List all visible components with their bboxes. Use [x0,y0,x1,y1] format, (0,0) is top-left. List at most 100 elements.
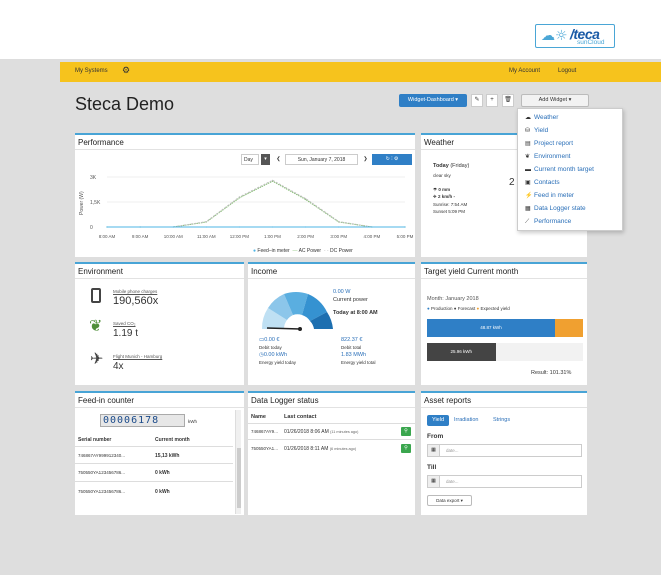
menu-item-feed-in-meter[interactable]: ⚡ Feed in meter [525,192,574,199]
target-icon: ▬ [525,167,531,173]
weather-day: Today [433,163,449,169]
sunset: Sunset 5:09 PM [433,209,466,214]
data-point [205,226,207,228]
target-result: Result: 101.31% [531,370,572,376]
logger-row-contact: 01/26/2018 8:06 AM (11 minutes ago) [284,429,359,435]
data-point [371,226,373,228]
power-gauge [261,292,333,331]
data-point [139,226,141,228]
menu-item-environment[interactable]: ❦ Environment [525,153,571,160]
logger-row-name: 746867AY9... [251,429,278,434]
add-widget-button[interactable]: Add Widget ▾ [521,94,589,107]
current-power-value: 0.00 W [333,289,351,295]
weather-weekday: (Friday) [450,163,470,169]
add-icon[interactable]: + [486,94,498,107]
widget-dashboard-button[interactable]: Widget-Dashboard ▾ [399,94,467,107]
scrollbar[interactable] [235,410,241,514]
tab-irradiation[interactable]: Irradiation [454,417,478,423]
card-title: Feed-in counter [78,396,135,405]
counter-display: 00006178 [100,414,185,427]
table-row: 750550YA123456786... [78,489,125,494]
counter-unit: kWh [188,419,197,424]
yield-today-label: Energy yield today [259,360,297,365]
data-point [172,226,174,228]
rain-icon: ☂ [433,187,438,192]
edit-icon[interactable]: ✎ [471,94,483,107]
sunrise: Sunrise: 7:54 AM [433,202,468,207]
from-date-field[interactable]: ▦ date... [427,444,582,457]
x-tick-label: 8:00 AM [99,234,116,239]
card-title: Data Logger status [251,396,319,405]
data-point [271,226,274,228]
nav-my-systems[interactable]: My Systems [75,68,108,74]
search-icon[interactable]: ⚲ [401,427,411,436]
yield-today-value: ◷0.00 kWh [259,352,288,358]
env-value-flight: 4x [113,361,124,372]
menu-item-contacts[interactable]: ▣ Contacts [525,179,560,186]
coins-icon: ⛁ [525,128,531,134]
debit-today-value: ▭0.00 € [259,337,280,343]
chart-tools[interactable]: ↻ ⫶ ⚙ [372,154,412,165]
add-widget-menu: ☁ Weather ⛁ Yield ▤ Project report ❦ Environ… [517,108,623,231]
menu-item-performance[interactable]: ⟋ Performance [525,218,571,226]
legend-ac: AC Power [298,248,322,254]
till-date-field[interactable]: ▦ date... [427,475,582,488]
card-title: Weather [424,138,455,147]
data-point [238,196,241,198]
chart-legend: ● Feed–in meter — AC Power - - DC Power [253,248,353,254]
date-picker[interactable]: Sun, January 7, 2018 [285,154,358,165]
data-point [305,198,307,200]
logger-row-name: 750550YA1... [251,446,278,451]
legend-dc: DC Power [330,248,353,254]
logo-sub: sunCloud [577,39,605,46]
from-date-placeholder: date... [446,448,459,453]
feedin-counter-card: Feed-in counter 00006178 kWh Serial numb… [75,391,244,515]
x-tick-label: 12:00 PM [230,234,250,239]
menu-item-data-logger-state[interactable]: ▦ Data Logger state [525,205,586,212]
nav-my-account[interactable]: My Account [509,68,540,74]
weather-card: Weather Today (Friday) clear sky ☂ 0 mm … [421,133,517,257]
env-label-co2[interactable]: Saved CO₂ [113,321,136,326]
nav-bar: My Systems ⚙ My Account Logout [60,62,661,82]
env-value-co2: 1.19 t [113,328,139,339]
legend-feedin: Feed–in meter [257,248,290,254]
data-point [338,221,340,223]
env-label-phone[interactable]: Mobile phone charges [113,289,157,294]
steca-suncloud-logo[interactable]: ☁☼ /teca sunCloud [535,24,615,48]
page-title: Steca Demo [75,94,175,114]
today-at: Today at 8:00 AM [333,310,378,316]
search-icon[interactable]: ⚲ [401,444,411,453]
trash-icon[interactable]: 🗑 [502,94,514,107]
card-title: Performance [78,138,124,147]
gear-icon[interactable]: ⚙ [122,65,130,75]
phone-icon [91,288,101,303]
card-title: Asset reports [424,396,472,405]
contacts-icon: ▣ [525,180,531,186]
tab-yield[interactable]: Yield [427,415,449,426]
from-label: From [427,433,444,440]
leaf-icon: ❦ [525,154,531,160]
tab-strings[interactable]: Strings [493,417,510,423]
chart-icon: ⟋ [525,219,530,225]
env-label-flight[interactable]: Flight Munich - Hamburg [113,354,162,359]
menu-item-yield[interactable]: ⛁ Yield [525,127,548,134]
period-select[interactable]: Day [241,154,259,165]
target-yield-card: Target yield Current month Month: Januar… [421,262,587,385]
period-dropdown-arrow[interactable]: ▾ [261,154,270,165]
till-label: Till [427,464,437,471]
y-tick-label: 1,5K [90,200,101,206]
data-point [404,226,406,228]
menu-item-current-month-target[interactable]: ▬ Current month target [525,166,594,173]
prev-day-icon[interactable]: ❮ [274,154,283,165]
document-icon: ▤ [525,141,531,147]
weather-cond: clear sky [433,173,451,178]
next-day-icon[interactable]: ❯ [361,154,370,165]
target-legend: ● Production ● Forecast ● Expected yield [427,306,510,311]
x-tick-label: 4:00 PM [364,234,381,239]
target-month: Month: January 2018 [427,296,479,302]
menu-item-project-report[interactable]: ▤ Project report [525,140,573,147]
nav-logout[interactable]: Logout [558,68,576,74]
menu-item-weather[interactable]: ☁ Weather [525,114,558,121]
data-point [238,226,241,228]
data-export-button[interactable]: Data export ▾ [427,495,472,506]
